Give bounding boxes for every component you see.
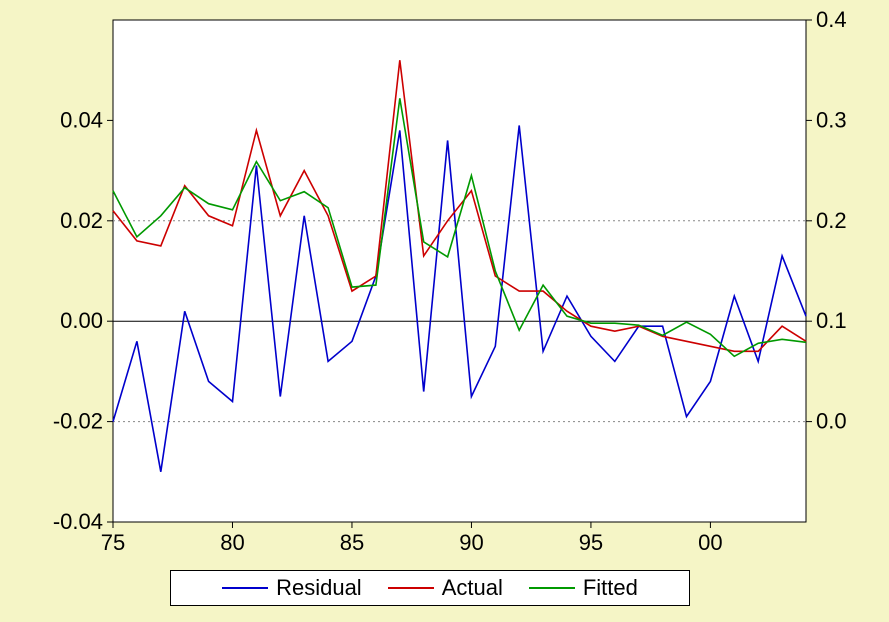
y-left-tick-label: 0.00 (60, 308, 103, 333)
y-right-tick-label: 0.2 (816, 208, 847, 233)
y-right-tick-label: 0.1 (816, 308, 847, 333)
legend-label: Actual (442, 575, 503, 601)
legend-swatch (529, 587, 575, 589)
x-tick-label: 90 (459, 530, 483, 555)
chart-svg: -0.04 -0.02 0.00 0.02 0.04 0.0 0.1 0.2 0.3 0.4 7… (0, 0, 889, 622)
x-tick-label: 95 (579, 530, 603, 555)
y-left-tick-label: 0.04 (60, 107, 103, 132)
x-tick-label: 85 (340, 530, 364, 555)
y-right-tick-label: 0.4 (816, 7, 847, 32)
x-tick-label: 75 (101, 530, 125, 555)
legend-label: Fitted (583, 575, 638, 601)
y-right-tick-label: 0.0 (816, 409, 847, 434)
y-left-tick-label: 0.02 (60, 208, 103, 233)
legend-item-actual: Actual (388, 575, 503, 601)
y-right-tick-label: 0.3 (816, 107, 847, 132)
y-left-tick-label: -0.02 (53, 409, 103, 434)
legend-label: Residual (276, 575, 362, 601)
legend-swatch (222, 587, 268, 589)
legend-item-residual: Residual (222, 575, 362, 601)
x-tick-label: 00 (698, 530, 722, 555)
chart-container: { "legend": { "residual": "Residual", "a… (0, 0, 889, 622)
legend-swatch (388, 587, 434, 589)
legend: Residual Actual Fitted (170, 570, 690, 606)
legend-item-fitted: Fitted (529, 575, 638, 601)
x-tick-label: 80 (220, 530, 244, 555)
y-left-tick-label: -0.04 (53, 509, 103, 534)
